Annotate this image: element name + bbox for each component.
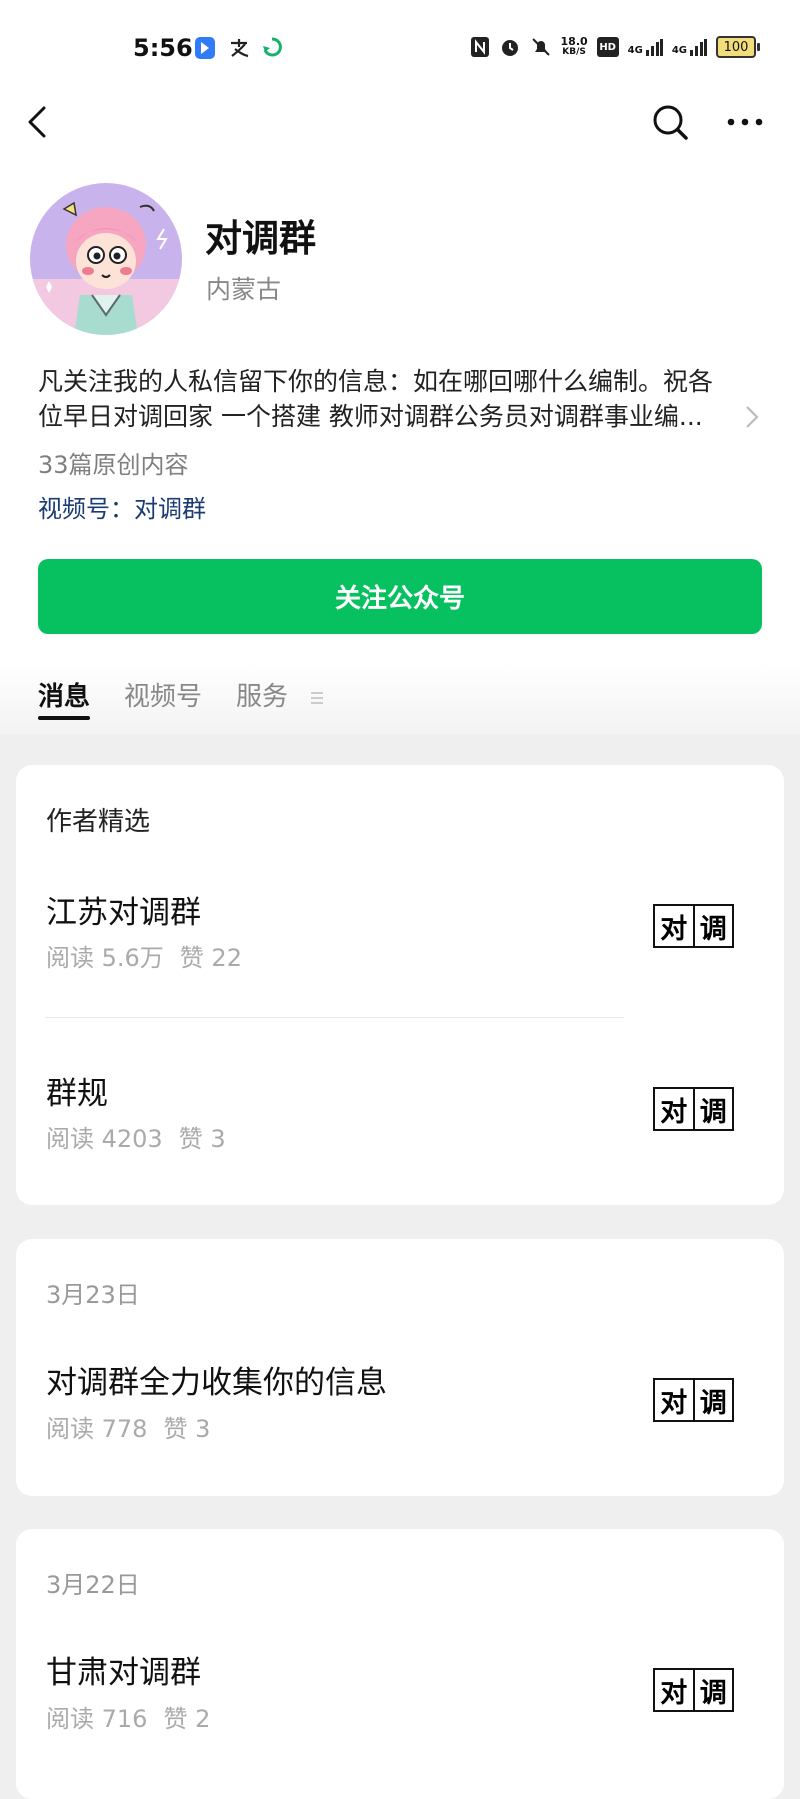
mute-bell-icon [531, 38, 550, 56]
status-right: 18.0 KB/S HD 4G 4G 100 [470, 35, 760, 58]
article-thumbnail[interactable]: 对调 [653, 1378, 734, 1422]
account-description[interactable]: 凡关注我的人私信留下你的信息：如在哪回哪什么编制。祝各 位早日对调回家 一个搭建… [38, 364, 752, 434]
battery-indicator: 100 [716, 36, 760, 58]
more-icon[interactable] [726, 108, 764, 136]
signal-2: 4G [672, 38, 707, 56]
avatar[interactable] [30, 183, 182, 335]
tab-messages[interactable]: 消息 [38, 676, 91, 720]
search-icon[interactable] [650, 102, 690, 142]
article-thumbnail[interactable]: 对调 [653, 1087, 734, 1131]
follow-account-button[interactable]: 关注公众号 [38, 559, 762, 634]
post-date: 3月22日 [46, 1571, 140, 1599]
description-line-2: 位早日对调回家 一个搭建 教师对调群公务员对调群事业编... [38, 402, 703, 431]
read-count: 阅读 716 [46, 1705, 148, 1733]
status-time: 5:56 [133, 34, 193, 62]
tab-services[interactable]: 服务 [236, 676, 288, 713]
like-count: 赞 2 [163, 1705, 211, 1733]
article-stats: 阅读 5.6万赞 22 [46, 938, 242, 973]
like-count: 赞 22 [179, 944, 242, 972]
article-thumbnail[interactable]: 对调 [653, 1668, 734, 1712]
content-tabs: 消息 视频号 服务 [38, 676, 322, 720]
post-card[interactable]: 3月22日 甘肃对调群 阅读 716 赞 2 对调 [16, 1529, 784, 1799]
account-name: 对调群 [205, 217, 316, 260]
featured-articles-card: 作者精选 江苏对调群 阅读 5.6万赞 22 对调 群规 阅读 4203 赞 3 … [16, 765, 784, 1205]
hd-badge: HD [596, 37, 619, 57]
status-bar: 5:56 18.0 KB/S HD 4G 4G 100 [0, 0, 800, 100]
read-count: 阅读 778 [46, 1415, 148, 1443]
network-speed: 18.0 KB/S [560, 35, 588, 57]
description-line-1: 凡关注我的人私信留下你的信息：如在哪回哪什么编制。祝各 [38, 367, 714, 396]
featured-section-title: 作者精选 [46, 807, 151, 837]
post-card[interactable]: 3月23日 对调群全力收集你的信息 阅读 778 赞 3 对调 [16, 1239, 784, 1496]
back-icon[interactable] [22, 100, 58, 144]
video-channel-link[interactable]: 视频号：对调群 [38, 489, 206, 524]
like-count: 赞 3 [178, 1125, 226, 1153]
read-count: 阅读 4203 [46, 1125, 163, 1153]
signal-bars-icon [645, 39, 663, 56]
article-stats: 阅读 778 赞 3 [46, 1409, 210, 1444]
menu-lines-icon [311, 692, 323, 704]
app-notification-icon [195, 37, 215, 59]
like-count: 赞 3 [163, 1415, 211, 1443]
recycle-icon [263, 37, 282, 57]
read-count: 阅读 5.6万 [46, 944, 164, 972]
account-region: 内蒙古 [206, 275, 282, 304]
article-stats: 阅读 716 赞 2 [46, 1699, 210, 1734]
signal-bars-icon [690, 39, 707, 56]
article-title[interactable]: 江苏对调群 [46, 887, 201, 932]
alipay-icon [231, 39, 249, 58]
article-title[interactable]: 对调群全力收集你的信息 [46, 1357, 387, 1402]
nfc-icon [470, 37, 489, 57]
article-stats: 阅读 4203 赞 3 [46, 1119, 226, 1154]
signal-1: 4G [628, 38, 663, 56]
post-date: 3月23日 [46, 1281, 140, 1309]
article-title[interactable]: 甘肃对调群 [46, 1647, 201, 1692]
alarm-icon [501, 40, 518, 56]
article-thumbnail[interactable]: 对调 [653, 904, 734, 948]
chevron-right-icon[interactable] [744, 404, 760, 430]
divider [46, 1017, 624, 1018]
tab-video-channel[interactable]: 视频号 [124, 676, 202, 713]
original-content-count: 33篇原创内容 [38, 451, 189, 479]
article-title[interactable]: 群规 [46, 1068, 108, 1113]
